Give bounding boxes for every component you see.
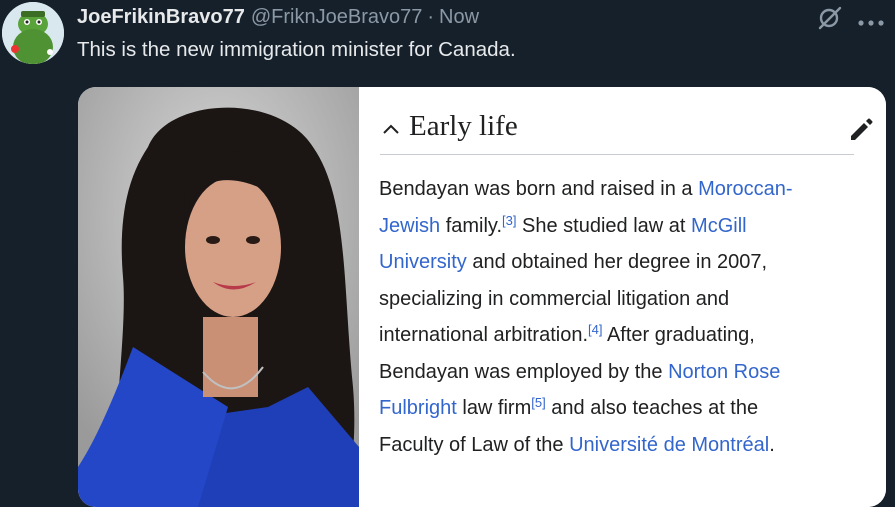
paragraph-line: international arbitration.[4] After grad… [379,317,849,354]
more-options-icon[interactable] [857,14,885,26]
paragraph-text: She studied law at [516,214,692,237]
section-paragraph: Bendayan was born and raised in a Morocc… [379,171,849,463]
paragraph-text: Faculty of Law of the [379,433,570,456]
wiki-link[interactable]: Moroccan- [698,178,792,200]
paragraph-text: and obtained her degree in 2007, [466,251,768,273]
wiki-link[interactable]: Université de Montréal [569,434,769,456]
tweet-text: This is the new immigration minister for… [77,38,516,61]
wiki-link[interactable]: Jewish [379,215,440,237]
paragraph-line: Bendayan was employed by the Norton Rose [379,354,849,391]
paragraph-text: specializing in commercial litigation an… [379,287,730,310]
citation-link[interactable]: [3] [502,213,516,228]
portrait-photo [78,87,359,507]
citation-link[interactable]: [5] [531,395,545,410]
timestamp[interactable]: Now [439,6,479,29]
paragraph-text: law firm [456,397,532,419]
paragraph-text: After graduating, [602,324,755,346]
citation-link[interactable]: [4] [588,322,602,337]
grok-icon[interactable] [816,6,844,30]
paragraph-line: specializing in commercial litigation an… [379,281,849,318]
user-handle[interactable]: @FriknJoeBravo77 [251,6,422,29]
avatar[interactable] [2,2,64,64]
paragraph-line: Jewish family.[3] She studied law at McG… [379,208,849,245]
separator-dot: · [427,5,435,28]
paragraph-line: Bendayan was born and raised in a Morocc… [379,171,849,208]
paragraph-line: Fulbright law firm[5] and also teaches a… [379,390,849,427]
paragraph-text: international arbitration. [379,324,589,346]
pencil-icon[interactable] [848,117,874,143]
paragraph-text: Bendayan was born and raised in a [379,178,699,200]
section-title: Early life [409,110,518,142]
tweet-header: JoeFrikinBravo77 @FriknJoeBravo77 · Now [77,5,479,29]
tweet-media[interactable]: Early life Bendayan was born and raised … [78,87,886,507]
paragraph-text: . [769,433,775,456]
paragraph-text: and also teaches at the [545,397,759,419]
wiki-link[interactable]: University [379,251,467,273]
paragraph-line: University and obtained her degree in 20… [379,244,849,281]
paragraph-line: Faculty of Law of the Université de Mont… [379,427,849,464]
chevron-up-icon[interactable] [382,123,400,135]
wiki-link[interactable]: McGill [691,215,747,237]
paragraph-text: family. [440,214,502,237]
wiki-link[interactable]: Norton Rose [668,361,780,383]
wikipedia-excerpt: Early life Bendayan was born and raised … [359,87,886,507]
wiki-link[interactable]: Fulbright [379,397,457,419]
section-header[interactable]: Early life [380,100,873,155]
display-name[interactable]: JoeFrikinBravo77 [77,6,245,29]
paragraph-text: Bendayan was employed by the [379,360,669,383]
